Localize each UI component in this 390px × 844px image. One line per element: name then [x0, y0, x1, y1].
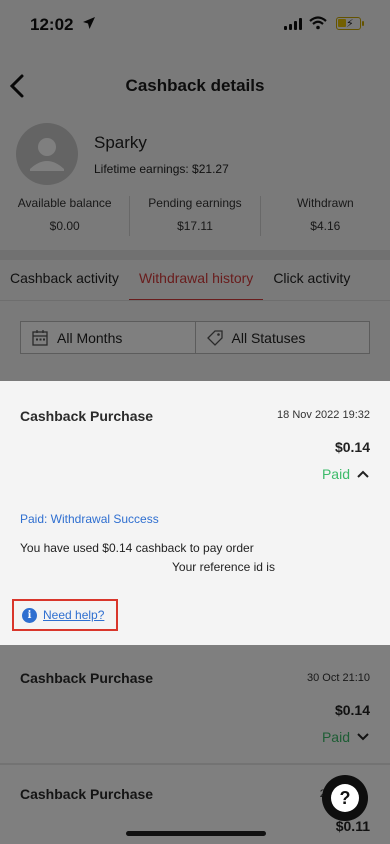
- expanded-transaction-card[interactable]: Cashback Purchase 18 Nov 2022 19:32 $0.1…: [0, 381, 390, 645]
- transaction-date: 18 Nov 2022 19:32: [277, 409, 370, 421]
- status-label: Paid: [321, 466, 350, 482]
- home-indicator: [126, 831, 266, 836]
- cashback-used-text: You have used $0.14 cashback to pay orde…: [20, 541, 254, 555]
- transaction-status[interactable]: Paid: [322, 466, 370, 482]
- withdrawal-status-text: Paid: Withdrawal Success: [20, 512, 159, 526]
- info-icon: i: [22, 607, 37, 623]
- transaction-amount: $0.14: [334, 439, 370, 455]
- reference-id-text: Your reference id is: [172, 560, 275, 574]
- need-help-button[interactable]: i Need help?: [12, 599, 118, 631]
- screen: 12:02 ⚡ Cashback details Sparky Lifetime…: [0, 0, 390, 844]
- question-icon: ?: [331, 784, 359, 812]
- help-chat-button[interactable]: ?: [322, 775, 368, 821]
- chevron-up-icon: [357, 470, 369, 478]
- transaction-title: Cashback Purchase: [20, 408, 154, 424]
- need-help-link[interactable]: Need help?: [43, 608, 104, 622]
